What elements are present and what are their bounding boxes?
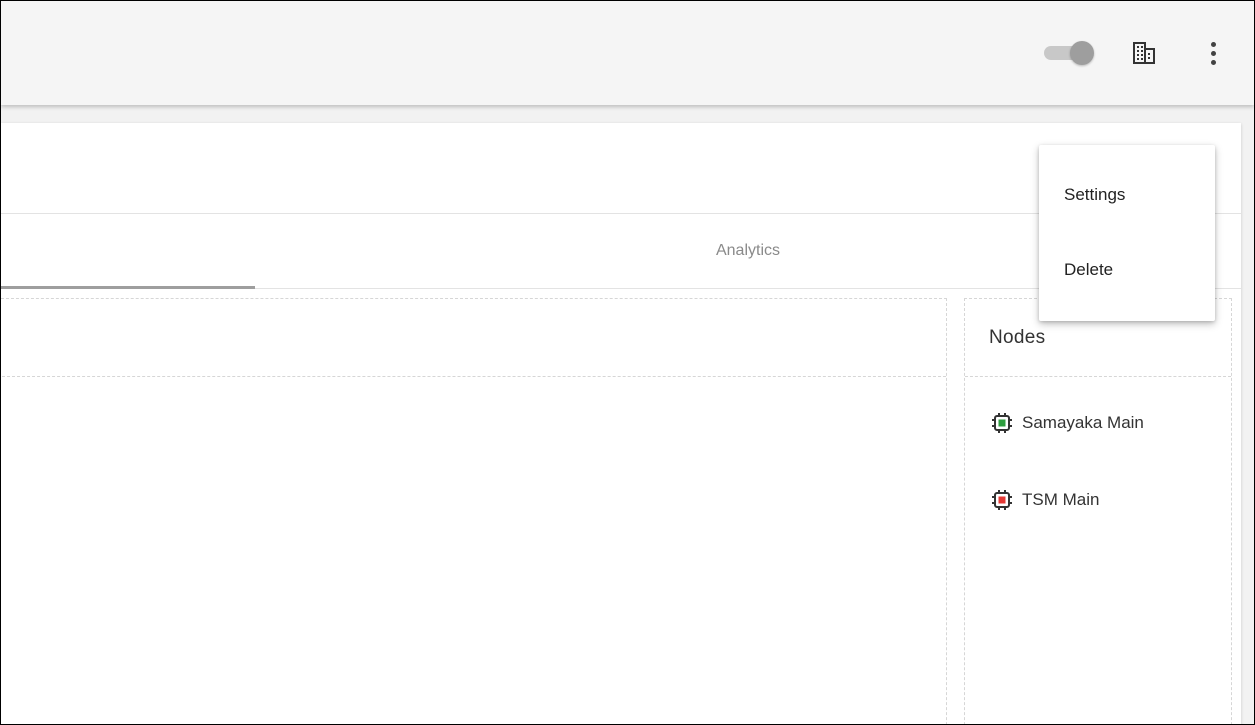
menu-item-settings[interactable]: Settings [1039, 171, 1215, 219]
left-panel-header [1, 299, 946, 377]
node-item-samayaka-main[interactable]: Samayaka Main [991, 408, 1144, 438]
node-label: TSM Main [1022, 490, 1100, 509]
tab-indicator [1, 286, 255, 289]
toggle-thumb [1070, 41, 1094, 65]
left-panel [1, 298, 947, 724]
toggle-switch[interactable] [1044, 38, 1104, 68]
menu-item-delete[interactable]: Delete [1039, 246, 1215, 294]
nodes-title: Nodes [989, 327, 1046, 348]
chip-icon [992, 490, 1012, 510]
nodes-panel: Nodes Samayaka Main TSM Main [964, 298, 1232, 724]
overflow-menu: Settings Delete [1039, 145, 1215, 321]
app-window: Analytics Nodes Samayaka Main TSM Main S… [0, 0, 1255, 725]
tab-label: Analytics [715, 242, 781, 259]
menu-item-label: Delete [1064, 260, 1114, 279]
menu-item-label: Settings [1064, 185, 1126, 204]
building-icon[interactable] [1131, 40, 1157, 66]
more-dot [1211, 51, 1216, 56]
tab-overview[interactable] [1, 214, 255, 289]
node-label: Samayaka Main [1022, 413, 1144, 432]
node-item-tsm-main[interactable]: TSM Main [991, 485, 1099, 515]
more-dot [1211, 60, 1216, 65]
chip-icon [992, 413, 1012, 433]
top-toolbar [1, 1, 1254, 105]
more-dot [1211, 42, 1216, 47]
more-vert-icon[interactable] [1203, 40, 1223, 68]
